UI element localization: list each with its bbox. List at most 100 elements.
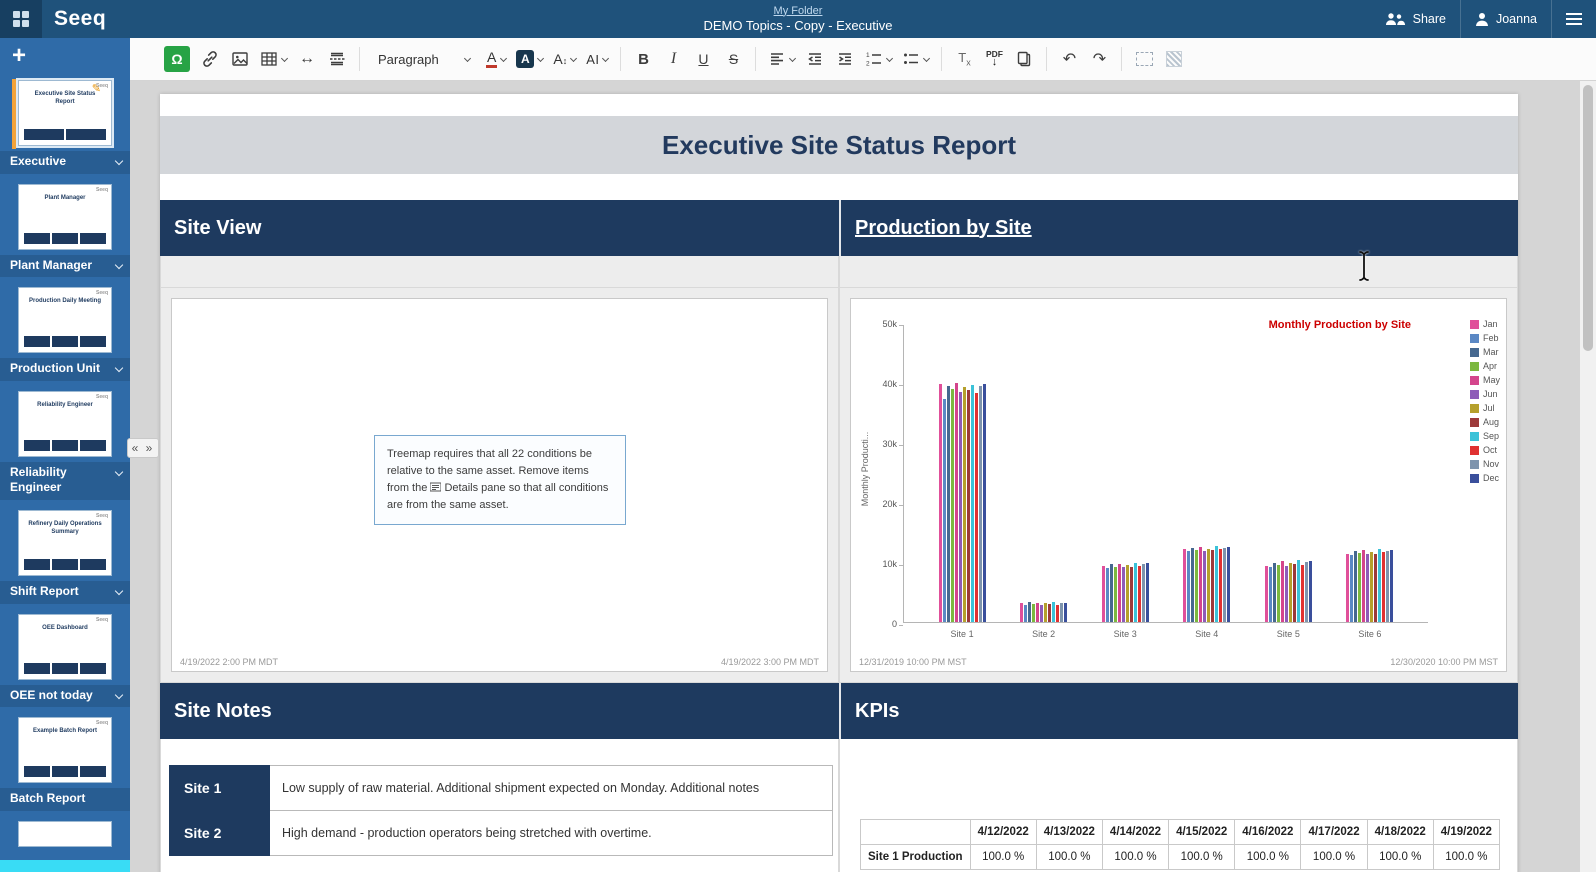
sidebar-item-plant-manager[interactable]: SeeqPlant ManagerPlant Manager	[0, 184, 130, 278]
production-by-site-link[interactable]: Production by Site	[855, 217, 1032, 240]
scrollbar-thumb[interactable]	[1583, 85, 1593, 351]
numbered-list-dropdown[interactable]: 12	[861, 44, 896, 74]
sidebar-item-production-unit[interactable]: SeeqProduction Daily Meeting Production U…	[0, 287, 130, 381]
page-thumbnail-batch-report[interactable]: SeeqExample Batch Report	[18, 717, 112, 783]
bar-jul-site-3	[1126, 565, 1129, 622]
background-pattern-button[interactable]	[1160, 44, 1188, 74]
legend-item-mar[interactable]: Mar	[1470, 347, 1500, 357]
legend-swatch	[1470, 390, 1479, 399]
sidebar-item-batch-report[interactable]: SeeqExample Batch ReportBatch Report	[0, 717, 130, 811]
bold-button[interactable]: B	[629, 44, 657, 74]
strikethrough-button[interactable]: S	[719, 44, 747, 74]
bullet-list-dropdown[interactable]	[898, 44, 933, 74]
hamburger-menu[interactable]	[1551, 0, 1596, 38]
legend-item-aug[interactable]: Aug	[1470, 417, 1500, 427]
clear-formatting-button[interactable]: Tx	[950, 44, 978, 74]
page-thumbnail-production-unit[interactable]: SeeqProduction Daily Meeting	[18, 287, 112, 353]
legend-item-oct[interactable]: Oct	[1470, 445, 1500, 455]
page-thumbnail-partial[interactable]	[18, 821, 112, 847]
site-notes-cell: Site 1Low supply of raw material. Additi…	[160, 739, 839, 872]
chevron-down-icon[interactable]	[115, 468, 123, 476]
legend-swatch	[1470, 334, 1479, 343]
legend-swatch	[1470, 474, 1479, 483]
thumbnail-block	[80, 559, 106, 570]
kpi-value: 100.0 %	[970, 845, 1036, 870]
production-chart-content[interactable]: Monthly Production by Site Monthly Produ…	[850, 298, 1507, 672]
sidebar-item-executive[interactable]: SeeqExecutive Site Status Report✎Executi…	[0, 80, 130, 174]
page-thumbnail-plant-manager[interactable]: SeeqPlant Manager	[18, 184, 112, 250]
page-thumbnail-oee-not-today[interactable]: SeeqOEE Dashboard	[18, 614, 112, 680]
thumbnail-preview-blocks	[24, 766, 106, 777]
chevron-down-icon[interactable]	[115, 157, 123, 165]
font-size-dropdown[interactable]: A↕	[549, 44, 580, 74]
legend-item-sep[interactable]: Sep	[1470, 431, 1500, 441]
app-grid-button[interactable]	[0, 0, 42, 38]
outdent-button[interactable]	[801, 44, 829, 74]
chevron-down-icon[interactable]	[115, 260, 123, 268]
numbered-list-icon: 12	[865, 50, 883, 68]
page-thumbnail-reliability-engineer[interactable]: SeeqReliability Engineer	[18, 391, 112, 457]
legend-item-jul[interactable]: Jul	[1470, 403, 1500, 413]
chevron-down-icon[interactable]	[115, 587, 123, 595]
fixed-width-view-button[interactable]	[1130, 44, 1158, 74]
pdf-export-button[interactable]: PDF↓	[980, 44, 1008, 74]
legend-label: Sep	[1483, 431, 1499, 441]
vertical-scrollbar[interactable]	[1580, 81, 1596, 872]
site-view-content[interactable]: Treemap requires that all 22 conditions …	[171, 298, 828, 672]
chevron-down-icon[interactable]	[115, 690, 123, 698]
sidebar-item-label-text: Production Unit	[10, 361, 111, 377]
italic-button[interactable]: I	[659, 44, 687, 74]
seeq-logo[interactable]: Seeq	[54, 7, 106, 31]
strikethrough-icon: S	[729, 51, 738, 67]
kpi-value: 100.0 %	[1235, 845, 1301, 870]
copy-page-button[interactable]	[1010, 44, 1038, 74]
legend-item-jan[interactable]: Jan	[1470, 319, 1500, 329]
redo-button[interactable]: ↷	[1085, 44, 1113, 74]
paragraph-style-dropdown[interactable]: Paragraph	[368, 44, 480, 74]
align-dropdown[interactable]	[764, 44, 799, 74]
undo-button[interactable]: ↶	[1055, 44, 1083, 74]
page-thumbnail-executive[interactable]: SeeqExecutive Site Status Report✎	[18, 80, 112, 146]
chevron-down-icon[interactable]	[115, 364, 123, 372]
insert-link-button[interactable]	[196, 44, 224, 74]
chart-plot-area: Site 1Site 2Site 3Site 4Site 5Site 6	[903, 325, 1428, 623]
insert-seeq-content-button[interactable]: Ω	[160, 44, 194, 74]
legend-item-apr[interactable]: Apr	[1470, 361, 1500, 371]
site-notes-table: Site 1Low supply of raw material. Additi…	[169, 765, 833, 856]
thumbnail-preview-blocks	[24, 440, 106, 451]
breadcrumb-my-folder[interactable]: My Folder	[774, 5, 823, 18]
sidebar-item-reliability-engineer[interactable]: SeeqReliability Engineer Reliability Engi…	[0, 391, 130, 500]
legend-item-dec[interactable]: Dec	[1470, 473, 1500, 483]
x-axis-label: Site 1	[951, 629, 974, 639]
thumbnail-seeq-mark: Seeq	[96, 720, 108, 726]
sidebar-item-oee-not-today[interactable]: SeeqOEE DashboardOEE not today	[0, 614, 130, 708]
download-arrow-icon: ↓	[992, 57, 998, 68]
legend-item-may[interactable]: May	[1470, 375, 1500, 385]
document-canvas: Executive Site Status Report Site View P…	[130, 81, 1580, 872]
sidebar-item-label-text: Reliability Engineer	[10, 465, 111, 496]
toolbar-separator	[1046, 47, 1047, 71]
site-note-label: Site 2	[170, 811, 270, 856]
add-page-button[interactable]: +	[0, 38, 40, 70]
insert-table-dropdown[interactable]	[256, 44, 291, 74]
page-break-button[interactable]	[323, 44, 351, 74]
page-thumbnail-shift-report[interactable]: SeeqRefinery Daily Operations Summary	[18, 510, 112, 576]
underline-button[interactable]: U	[689, 44, 717, 74]
report-page[interactable]: Executive Site Status Report Site View P…	[160, 94, 1518, 872]
bar-nov-site-2	[1060, 603, 1063, 622]
insert-image-button[interactable]	[226, 44, 254, 74]
user-menu[interactable]: Joanna	[1460, 0, 1551, 38]
share-button[interactable]: Share	[1370, 0, 1460, 38]
thumbnail-block	[66, 129, 106, 140]
indent-button[interactable]	[831, 44, 859, 74]
legend-item-feb[interactable]: Feb	[1470, 333, 1500, 343]
full-width-toggle-button[interactable]: ↔	[293, 44, 321, 74]
highlight-color-dropdown[interactable]: A	[512, 44, 547, 74]
sidebar-item-shift-report[interactable]: SeeqRefinery Daily Operations SummaryShi…	[0, 510, 130, 604]
sidebar-collapse-handle[interactable]: « »	[127, 438, 159, 458]
legend-item-nov[interactable]: Nov	[1470, 459, 1500, 469]
legend-item-jun[interactable]: Jun	[1470, 389, 1500, 399]
ai-tools-dropdown[interactable]: AI	[582, 44, 612, 74]
font-color-dropdown[interactable]: A	[482, 44, 510, 74]
bar-group-site-1: Site 1	[939, 383, 986, 622]
